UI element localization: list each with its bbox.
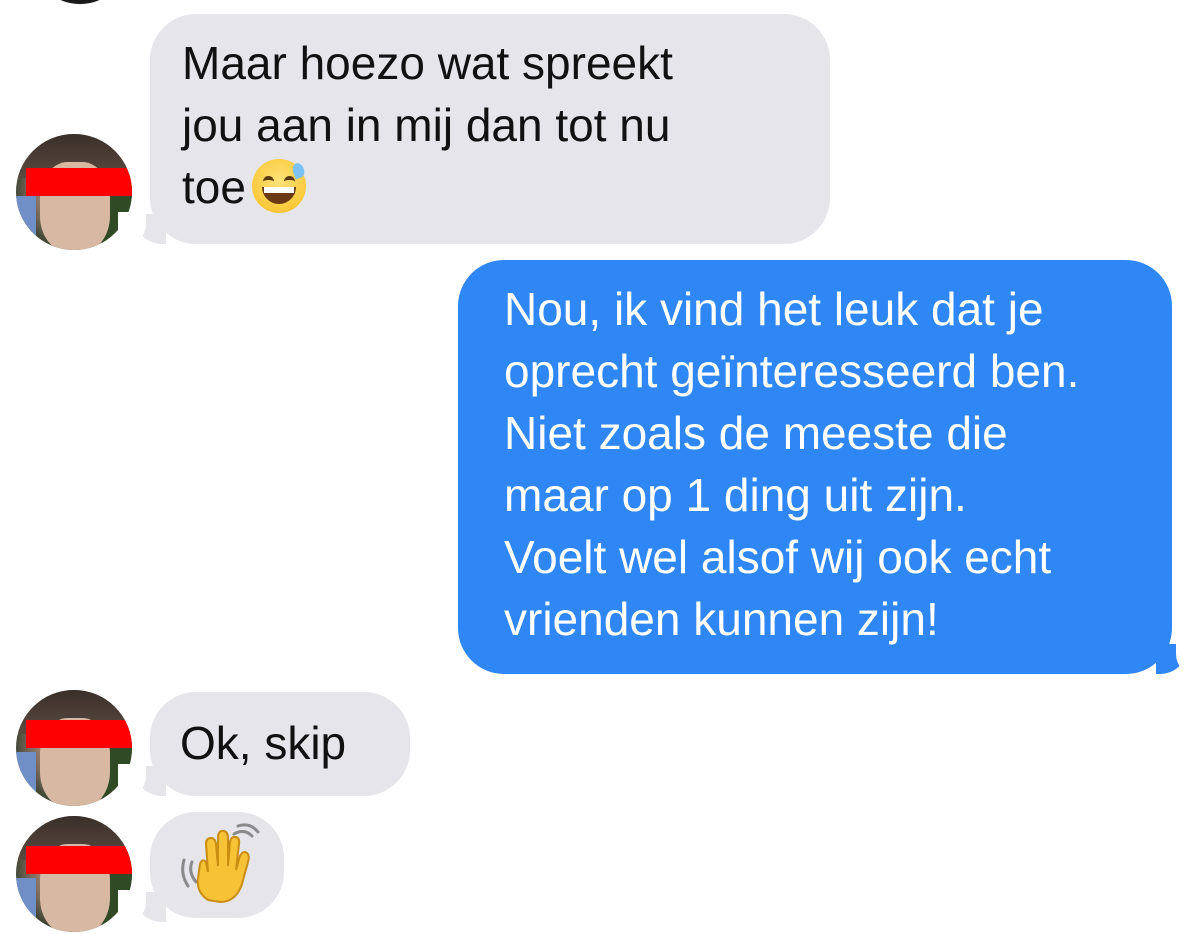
grinning-face-with-sweat-icon [251, 159, 307, 213]
censor-bar [26, 168, 132, 196]
avatar-background-detail [16, 196, 36, 236]
avatar[interactable] [16, 816, 132, 932]
message-text-line: oprecht geïnteresseerd ben. [504, 345, 1080, 397]
emoji-eye [283, 176, 295, 187]
avatar-background-detail [16, 752, 36, 792]
message-bubble-incoming[interactable]: Maar hoezo wat spreekt jou aan in mij da… [150, 14, 830, 244]
censor-bar [26, 720, 132, 748]
waving-hand-icon [181, 823, 260, 904]
message-text-line: Maar hoezo wat spreekt [182, 37, 673, 89]
message-text-line: jou aan in mij dan tot nu [182, 99, 671, 151]
avatar-partial [40, 0, 120, 4]
message-text-line: Niet zoals de meeste die [504, 407, 1008, 459]
hand-shape [196, 829, 250, 904]
message-bubble-incoming[interactable]: Ok, skip [150, 692, 410, 796]
message-text-line-with-emoji: toe [182, 156, 830, 218]
wave-motion-line [189, 860, 198, 884]
avatar[interactable] [16, 690, 132, 806]
emoji-eye [262, 176, 274, 187]
wave-motion-line [232, 829, 254, 838]
message-text-line: Nou, ik vind het leuk dat je [504, 283, 1044, 335]
avatar-background-detail [16, 878, 36, 918]
censor-bar [26, 846, 132, 874]
avatar[interactable] [16, 134, 132, 250]
message-text-line: maar op 1 ding uit zijn. [504, 469, 967, 521]
emoji-mouth [261, 187, 296, 204]
message-text-line: toe [182, 161, 246, 213]
message-bubble-outgoing[interactable]: Nou, ik vind het leuk dat je oprecht geï… [458, 260, 1172, 674]
message-text-line: Voelt wel alsof wij ook echt [504, 531, 1052, 583]
message-text-line: vrienden kunnen zijn! [504, 593, 939, 645]
wave-motion-line [181, 858, 190, 888]
message-text-line: Ok, skip [180, 717, 347, 769]
